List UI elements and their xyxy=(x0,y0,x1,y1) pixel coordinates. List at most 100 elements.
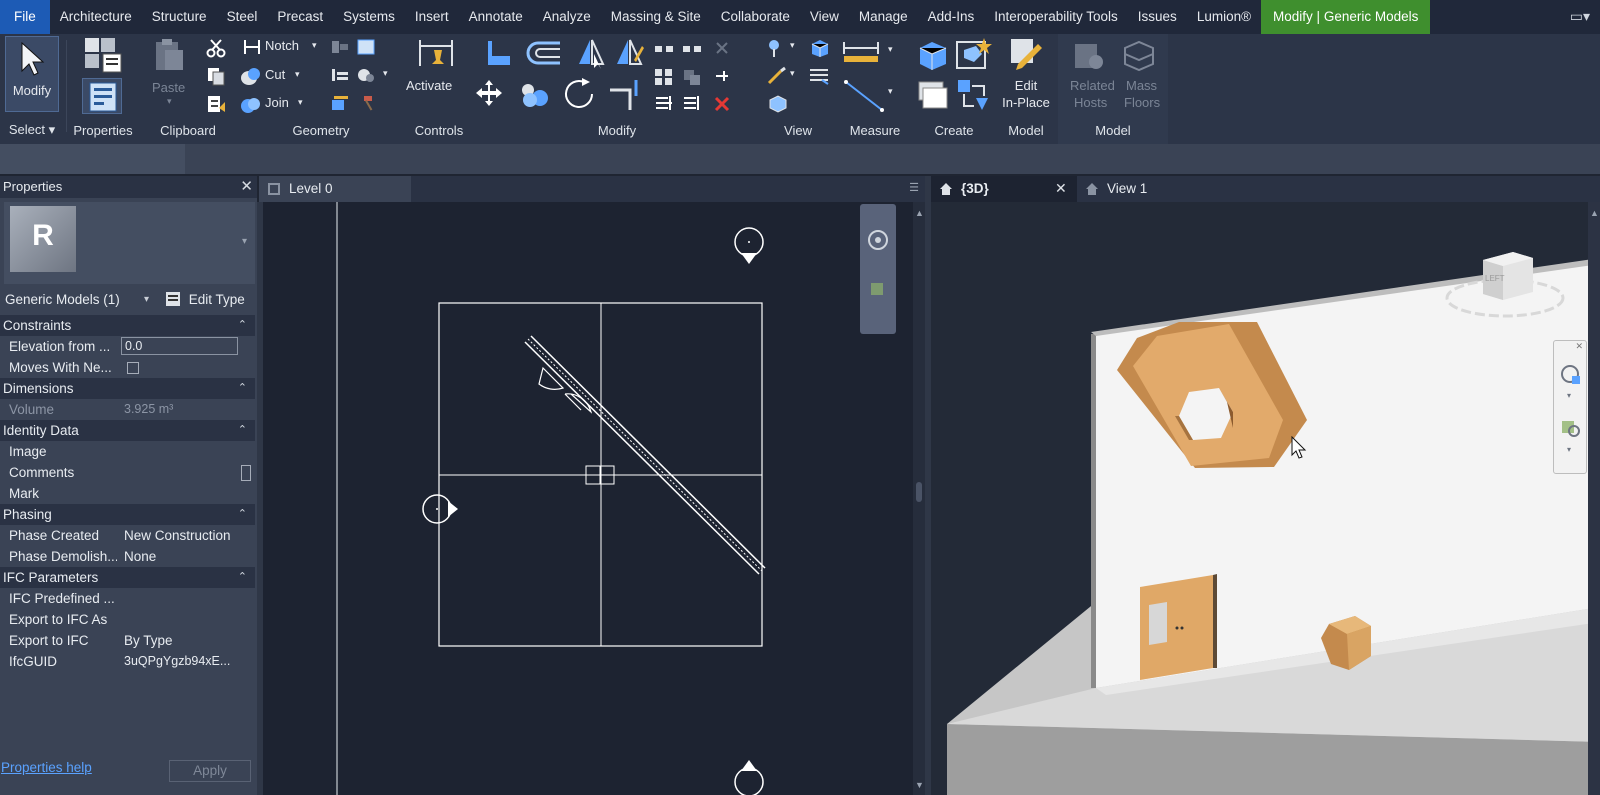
paste-icon[interactable] xyxy=(153,38,185,72)
tab-lumion[interactable]: Lumion® xyxy=(1187,0,1261,34)
tab-overflow-icon[interactable]: ☰ xyxy=(909,181,919,194)
override-graphics-icon[interactable] xyxy=(766,66,788,86)
steering-wheel-icon[interactable] xyxy=(1559,363,1583,387)
create-similar-icon[interactable] xyxy=(956,78,990,112)
section-ifc-parameters[interactable]: IFC Parameters ⌃ xyxy=(0,567,255,588)
floor-plan-canvas[interactable]: ▲ ▼ xyxy=(263,202,925,795)
property-row[interactable]: Mark xyxy=(0,483,255,504)
property-row[interactable]: Comments xyxy=(0,462,255,483)
section-dimensions[interactable]: Dimensions ⌃ xyxy=(0,378,255,399)
elevation-marker-north[interactable] xyxy=(734,227,764,264)
close-icon[interactable]: ✕ xyxy=(240,176,253,198)
join-roof-icon[interactable] xyxy=(330,66,350,84)
plan-scrollbar[interactable]: ▲ ▼ xyxy=(913,202,925,795)
tab-level-0[interactable]: Level 0 xyxy=(259,176,411,202)
elevation-input[interactable]: 0.0 xyxy=(121,337,238,355)
trim-extend-multiple-icon[interactable] xyxy=(682,94,702,112)
cube-view-icon[interactable] xyxy=(808,38,830,58)
paint-icon[interactable] xyxy=(356,66,376,84)
section-constraints[interactable]: Constraints ⌃ xyxy=(0,315,255,336)
edit-type-button[interactable]: Edit Type xyxy=(165,286,245,314)
family-types-icon[interactable] xyxy=(83,36,123,74)
tab-analyze[interactable]: Analyze xyxy=(533,0,601,34)
collapse-icon[interactable]: ⌃ xyxy=(238,567,247,588)
tab-steel[interactable]: Steel xyxy=(217,0,268,34)
tab-insert[interactable]: Insert xyxy=(405,0,459,34)
navigation-bar-3d[interactable]: ✕ ▾ ▾ xyxy=(1553,340,1587,474)
ribbon-minimize-icon[interactable]: ▭▾ xyxy=(1570,8,1590,25)
select-dropdown[interactable]: Select ▾ xyxy=(0,122,64,138)
mirror-draw-axis-icon[interactable] xyxy=(614,36,644,70)
tab-annotate[interactable]: Annotate xyxy=(459,0,533,34)
measure-distance-icon[interactable] xyxy=(842,38,882,66)
type-selector[interactable]: Generic Models (1) ▾ Edit Type xyxy=(0,286,257,314)
tab-file[interactable]: File xyxy=(0,0,50,34)
hide-in-view-icon[interactable] xyxy=(766,38,788,58)
property-row[interactable]: IFC Predefined ... xyxy=(0,588,255,609)
steering-wheel-icon[interactable] xyxy=(866,228,890,252)
trim-extend-corner-icon[interactable] xyxy=(606,76,642,112)
viewcube-left-face[interactable]: LEFT xyxy=(1485,274,1505,283)
wall-joins-icon[interactable] xyxy=(330,38,350,56)
close-icon[interactable]: ✕ xyxy=(1055,180,1067,197)
cut-scissors-icon[interactable] xyxy=(206,38,226,58)
move-icon[interactable] xyxy=(474,78,504,108)
properties-help-link[interactable]: Properties help xyxy=(1,760,92,775)
zoom-region-icon[interactable] xyxy=(1560,417,1582,439)
join-button[interactable]: Join xyxy=(265,95,289,110)
3d-scrollbar[interactable]: ▲ xyxy=(1588,202,1600,795)
trim-extend-single-icon[interactable] xyxy=(654,94,674,112)
collapse-icon[interactable]: ⌃ xyxy=(238,504,247,525)
aligned-dimension-icon[interactable] xyxy=(842,78,888,114)
tab-massing-site[interactable]: Massing & Site xyxy=(601,0,711,34)
activate-icon[interactable] xyxy=(416,36,456,72)
split-gap-icon[interactable] xyxy=(682,42,702,56)
properties-button[interactable] xyxy=(82,78,122,114)
delete-icon[interactable] xyxy=(714,96,730,112)
demolish-icon[interactable] xyxy=(330,94,350,112)
collapse-icon[interactable]: ⌃ xyxy=(238,315,247,336)
property-row[interactable]: Image xyxy=(0,441,255,462)
zoom-region-icon[interactable] xyxy=(868,280,888,300)
elevation-marker-south[interactable] xyxy=(734,760,764,795)
edit-in-place-icon[interactable] xyxy=(1008,36,1044,74)
collapse-icon[interactable]: ⌃ xyxy=(238,378,247,399)
selection-box-icon[interactable] xyxy=(766,94,788,114)
property-row[interactable]: Phase Created New Construction xyxy=(0,525,255,546)
create-assembly-icon[interactable] xyxy=(916,38,950,72)
offset-icon[interactable] xyxy=(524,38,564,68)
scale-icon[interactable] xyxy=(682,68,702,86)
property-row[interactable]: Export to IFC As xyxy=(0,609,255,630)
array-icon[interactable] xyxy=(654,68,674,86)
property-row[interactable]: Phase Demolish... None xyxy=(0,546,255,567)
property-row[interactable]: IfcGUID 3uQPgYgzb94xE... xyxy=(0,651,255,672)
tab-view-1[interactable]: View 1 xyxy=(1077,176,1227,202)
modify-button[interactable]: Modify xyxy=(5,36,59,112)
tab-precast[interactable]: Precast xyxy=(267,0,333,34)
unpin-icon[interactable] xyxy=(714,40,730,56)
tab-issues[interactable]: Issues xyxy=(1128,0,1187,34)
tab-add-ins[interactable]: Add-Ins xyxy=(918,0,985,34)
tab-manage[interactable]: Manage xyxy=(849,0,918,34)
mirror-pick-axis-icon[interactable] xyxy=(576,36,606,70)
section-phasing[interactable]: Phasing ⌃ xyxy=(0,504,255,525)
apply-button[interactable]: Apply xyxy=(169,760,251,782)
cut-button[interactable]: Cut xyxy=(265,67,285,82)
collapse-icon[interactable]: ⌃ xyxy=(238,420,247,441)
copy-icon[interactable] xyxy=(206,66,226,86)
align-icon[interactable] xyxy=(484,38,514,68)
tab-architecture[interactable]: Architecture xyxy=(50,0,142,34)
door-generic-model[interactable] xyxy=(1140,574,1217,680)
door-swing[interactable] xyxy=(538,366,593,414)
3d-view-canvas[interactable]: LEFT ✕ ▾ ▾ ▲ xyxy=(931,202,1600,795)
tab-systems[interactable]: Systems xyxy=(333,0,405,34)
viewcube[interactable]: LEFT xyxy=(1439,246,1571,324)
tab-collaborate[interactable]: Collaborate xyxy=(711,0,800,34)
match-type-icon[interactable] xyxy=(206,94,226,114)
split-face-icon[interactable] xyxy=(356,38,376,56)
create-parts-icon[interactable] xyxy=(954,36,992,72)
section-identity-data[interactable]: Identity Data ⌃ xyxy=(0,420,255,441)
comments-edit-button[interactable] xyxy=(241,465,251,481)
chevron-down-icon[interactable]: ▾ xyxy=(242,236,247,247)
notch-button[interactable]: Notch xyxy=(265,38,299,53)
